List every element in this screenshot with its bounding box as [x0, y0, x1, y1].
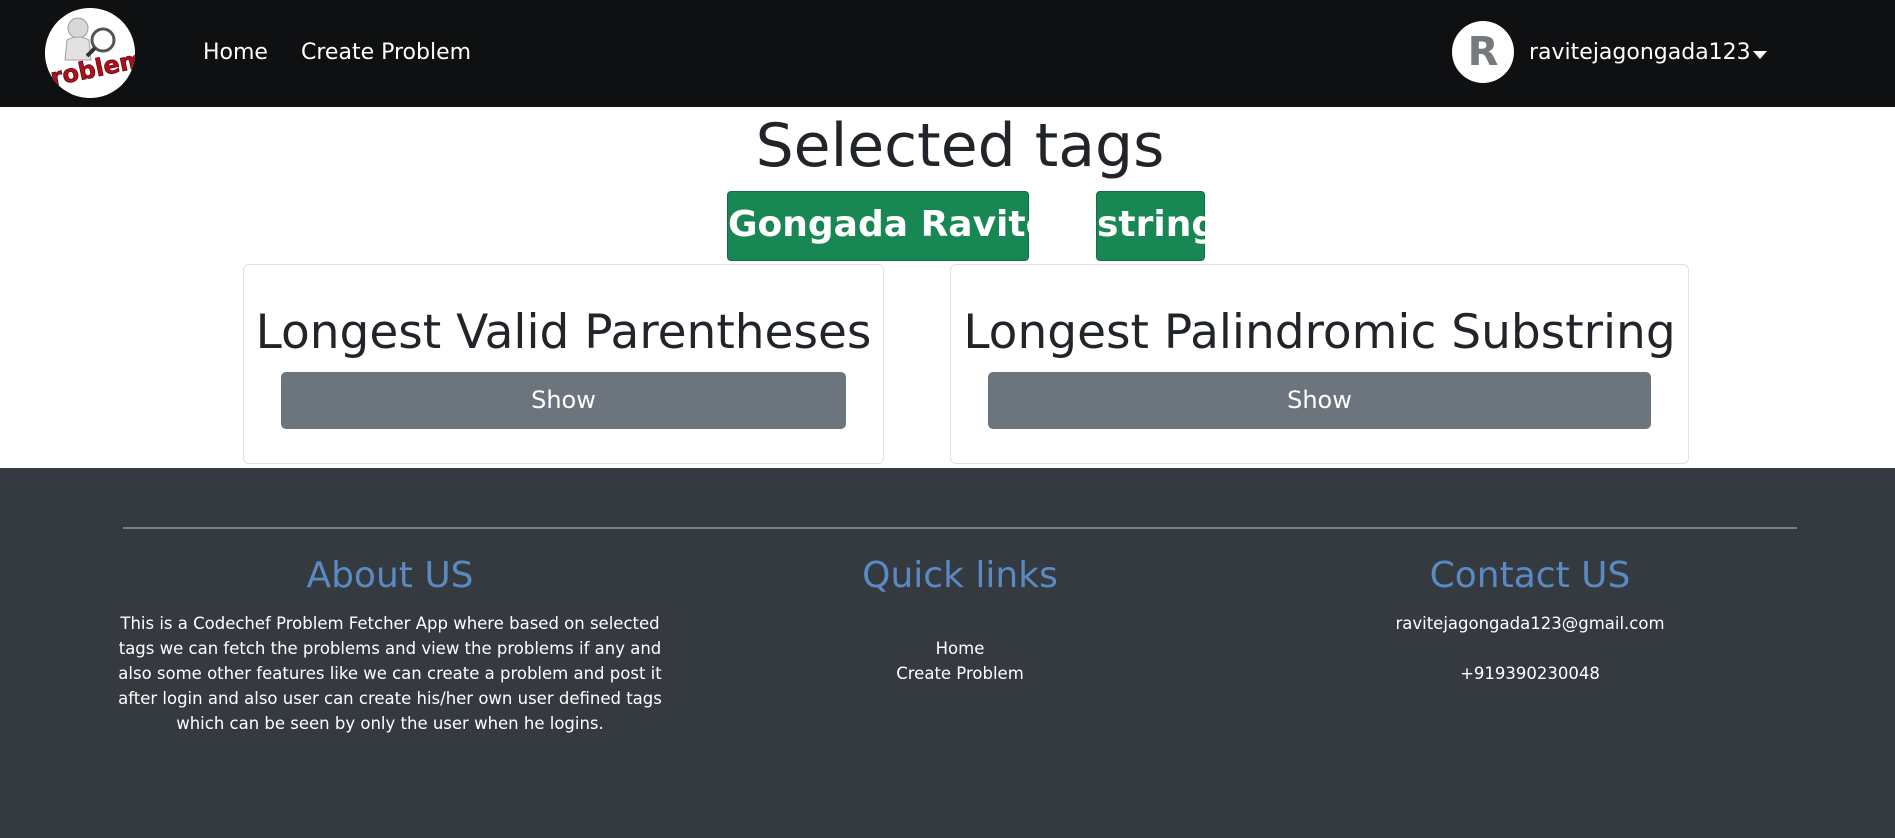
show-problem-button[interactable]: Show	[988, 372, 1651, 429]
nav-link-create-problem[interactable]: Create Problem	[301, 40, 471, 65]
user-menu-toggle[interactable]: ravitejagongada123	[1529, 40, 1751, 65]
problem-title: Longest Valid Parentheses	[255, 305, 872, 360]
problem-card: Longest Palindromic Substring Show	[950, 264, 1689, 464]
quick-links-heading: Quick links	[862, 555, 1058, 596]
about-heading: About US	[306, 555, 474, 596]
chevron-down-icon[interactable]	[1753, 51, 1767, 59]
contact-phone[interactable]: +919390230048	[1250, 661, 1810, 686]
nav-link-home[interactable]: Home	[203, 40, 268, 65]
user-avatar[interactable]: R	[1452, 21, 1514, 83]
quick-links-list: Home Create Problem	[680, 636, 1240, 686]
logo-graphic: Problem	[45, 8, 135, 98]
app-logo[interactable]: Problem	[45, 8, 135, 98]
problem-card: Longest Valid Parentheses Show	[243, 264, 884, 464]
contact-heading: Contact US	[1429, 555, 1631, 596]
page-title: Selected tags	[755, 111, 1165, 181]
footer-link-create-problem[interactable]: Create Problem	[680, 661, 1240, 686]
footer-link-home[interactable]: Home	[680, 636, 1240, 661]
footer: About US This is a Codechef Problem Fetc…	[0, 468, 1895, 838]
about-text: This is a Codechef Problem Fetcher App w…	[118, 614, 662, 733]
problem-title: Longest Palindromic Substring	[963, 305, 1676, 360]
selected-tag[interactable]: Gongada Raviteja	[727, 191, 1087, 261]
footer-divider	[123, 527, 1797, 529]
navbar: Problem Home Create Problem R ravitejago…	[0, 0, 1895, 107]
show-problem-button[interactable]: Show	[281, 372, 846, 429]
contact-email[interactable]: ravitejagongada123@gmail.com	[1250, 611, 1810, 636]
selected-tag[interactable]: string	[1096, 191, 1217, 261]
